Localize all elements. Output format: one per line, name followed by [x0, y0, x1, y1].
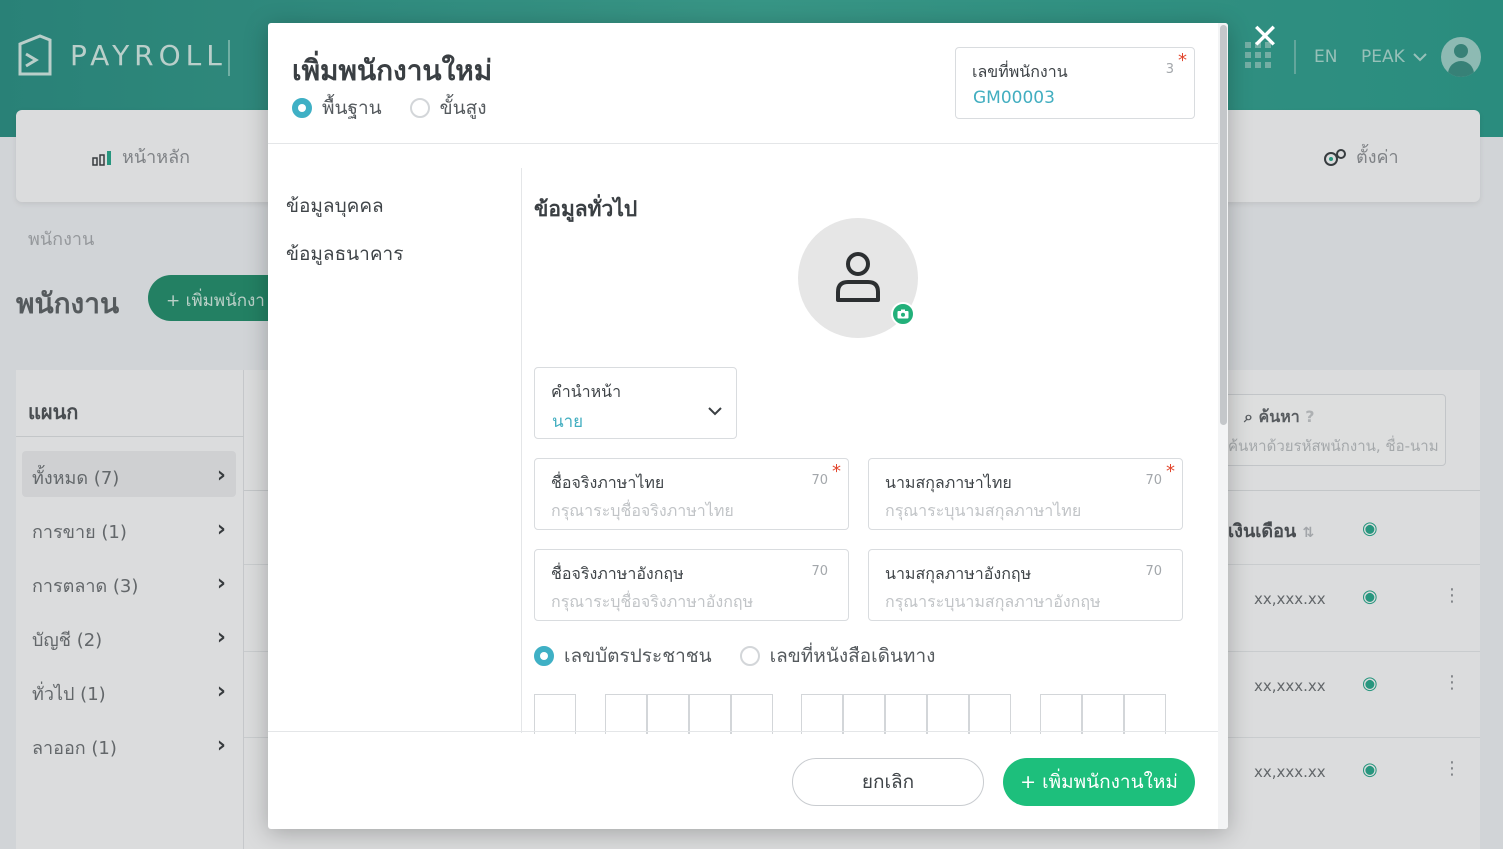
last-name-th-input[interactable]: กรุณาระบุนามสกุลภาษาไทย	[885, 499, 1081, 524]
first-name-en-label: ชื่อจริงภาษาอังกฤษ	[551, 564, 684, 583]
id-passport-option[interactable]: เลขที่หนังสือเดินทาง	[739, 641, 936, 671]
radio-unselected-icon[interactable]	[409, 98, 430, 118]
mode-advanced-option[interactable]: ขั้นสูง	[409, 93, 487, 123]
id-passport-label: เลขที่หนังสือเดินทาง	[769, 645, 936, 667]
employee-number-field[interactable]: เลขที่พนักงาน 3 * GM00003	[955, 47, 1195, 119]
id-digit-box[interactable]	[885, 694, 927, 734]
last-name-en-input[interactable]: กรุณาระบุนามสกุลภาษาอังกฤษ	[885, 590, 1101, 615]
char-counter: 70	[811, 564, 828, 579]
id-type-radio-group: เลขบัตรประชาชน เลขที่หนังสือเดินทาง	[534, 641, 935, 671]
id-digit-box[interactable]	[1040, 694, 1082, 734]
prefix-select[interactable]: คำนำหน้า นาย	[534, 367, 737, 439]
id-digit-box[interactable]	[1082, 694, 1124, 734]
first-name-th-field[interactable]: ชื่อจริงภาษาไทย 70 * กรุณาระบุชื่อจริงภา…	[534, 458, 849, 530]
modal-header-divider	[268, 143, 1218, 144]
chevron-down-icon	[708, 407, 722, 416]
char-counter: 70	[1145, 564, 1162, 579]
first-name-th-input[interactable]: กรุณาระบุชื่อจริงภาษาไทย	[551, 499, 734, 524]
required-marker: *	[1178, 50, 1187, 71]
radio-unselected-icon[interactable]	[739, 646, 760, 666]
id-digit-box[interactable]	[605, 694, 647, 734]
close-icon[interactable]: ✕	[1250, 20, 1280, 54]
last-name-en-label: นามสกุลภาษาอังกฤษ	[885, 564, 1032, 583]
char-counter: 3	[1165, 62, 1174, 77]
employee-number-label: เลขที่พนักงาน	[972, 62, 1068, 81]
cancel-button[interactable]: ยกเลิก	[792, 758, 984, 806]
id-digit-box[interactable]	[801, 694, 843, 734]
add-employee-modal: เพิ่มพนักงานใหม่ พื้นฐาน ขั้นสูง เลขที่พ…	[268, 23, 1228, 829]
mode-radio-group: พื้นฐาน ขั้นสูง	[292, 93, 487, 123]
side-divider	[521, 168, 522, 733]
required-marker: *	[1166, 461, 1175, 482]
id-digit-box[interactable]	[647, 694, 689, 734]
id-digit-box[interactable]	[843, 694, 885, 734]
user-icon	[836, 252, 880, 302]
menu-personal-info[interactable]: ข้อมูลบุคคล	[286, 191, 403, 221]
prefix-value: นาย	[552, 412, 584, 432]
modal-side-menu: ข้อมูลบุคคล ข้อมูลธนาคาร	[286, 191, 403, 287]
scrollbar-thumb[interactable]	[1220, 25, 1227, 425]
menu-bank-info[interactable]: ข้อมูลธนาคาร	[286, 239, 403, 269]
last-name-en-field[interactable]: นามสกุลภาษาอังกฤษ 70 กรุณาระบุนามสกุลภาษ…	[868, 549, 1183, 621]
profile-photo-upload[interactable]	[798, 218, 918, 338]
camera-icon[interactable]	[891, 302, 915, 326]
required-marker: *	[832, 461, 841, 482]
section-title: ข้อมูลทั่วไป	[534, 197, 638, 221]
id-digit-box[interactable]	[731, 694, 773, 734]
first-name-en-field[interactable]: ชื่อจริงภาษาอังกฤษ 70 กรุณาระบุชื่อจริงภ…	[534, 549, 849, 621]
modal-title: เพิ่มพนักงานใหม่	[292, 54, 493, 87]
mode-basic-label: พื้นฐาน	[322, 97, 382, 119]
mode-advanced-label: ขั้นสูง	[439, 97, 487, 119]
id-citizen-option[interactable]: เลขบัตรประชาชน	[534, 641, 712, 671]
radio-selected-icon[interactable]	[292, 98, 312, 118]
radio-selected-icon[interactable]	[534, 646, 554, 666]
id-digit-box[interactable]	[927, 694, 969, 734]
last-name-th-label: นามสกุลภาษาไทย	[885, 473, 1012, 492]
char-counter: 70	[1145, 473, 1162, 488]
id-digit-box[interactable]	[689, 694, 731, 734]
first-name-en-input[interactable]: กรุณาระบุชื่อจริงภาษาอังกฤษ	[551, 590, 753, 615]
prefix-label: คำนำหน้า	[551, 382, 622, 401]
char-counter: 70	[811, 473, 828, 488]
id-citizen-label: เลขบัตรประชาชน	[564, 645, 712, 667]
mode-basic-option[interactable]: พื้นฐาน	[292, 93, 382, 123]
employee-number-value[interactable]: GM00003	[973, 88, 1055, 108]
id-digit-box[interactable]	[534, 694, 576, 734]
id-digit-box[interactable]	[1124, 694, 1166, 734]
first-name-th-label: ชื่อจริงภาษาไทย	[551, 473, 665, 492]
modal-footer-divider	[268, 731, 1218, 732]
last-name-th-field[interactable]: นามสกุลภาษาไทย 70 * กรุณาระบุนามสกุลภาษา…	[868, 458, 1183, 530]
add-employee-button[interactable]: + เพิ่มพนักงานใหม่	[1003, 758, 1195, 806]
id-digit-box[interactable]	[969, 694, 1011, 734]
